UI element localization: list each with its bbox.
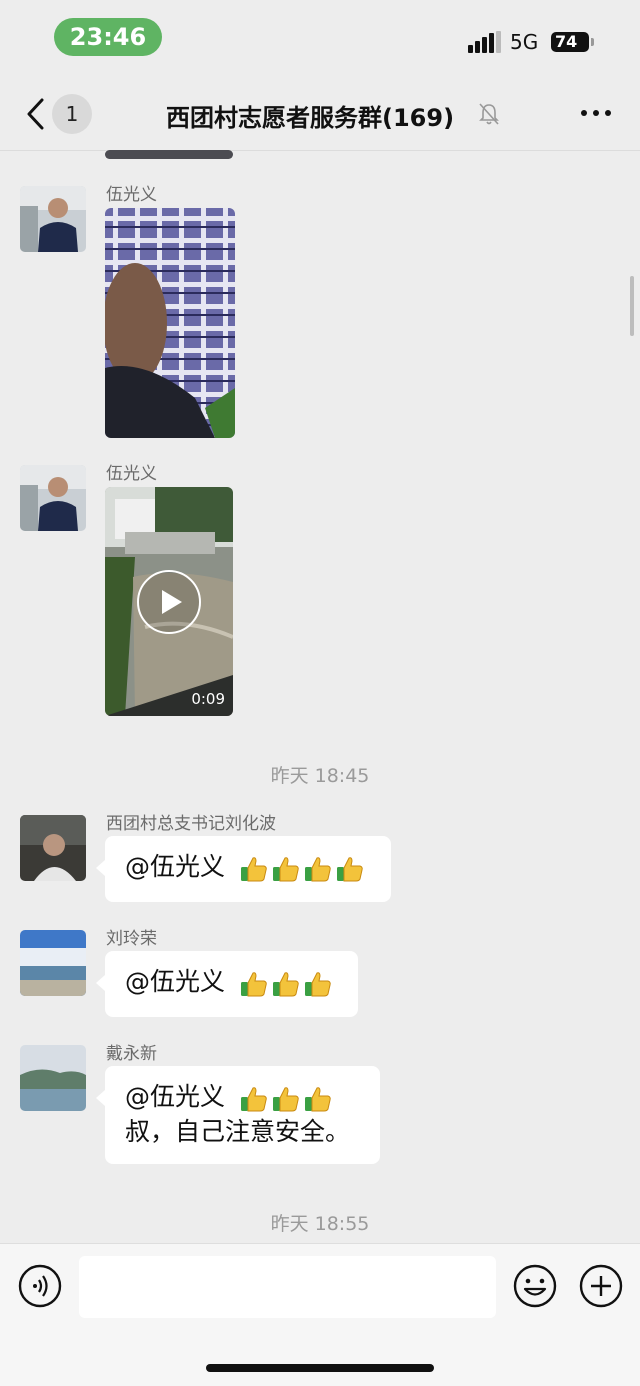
avatar-image (20, 186, 86, 252)
video-duration: 0:09 (191, 690, 225, 708)
battery-indicator: 74 (551, 32, 589, 52)
plus-icon[interactable] (579, 1264, 623, 1308)
mute-bell-icon (479, 103, 499, 125)
thumbs-up-icon (272, 1087, 299, 1112)
signal-icon (468, 31, 501, 53)
battery-tip (591, 38, 594, 46)
mention-text: @伍光义 (125, 852, 226, 881)
more-icon[interactable] (580, 108, 612, 118)
mention-text: @伍光义 (125, 1082, 226, 1111)
avatar[interactable] (20, 1045, 86, 1111)
back-icon[interactable] (22, 96, 52, 132)
mention-text: @伍光义 (125, 967, 226, 996)
avatar[interactable] (20, 815, 86, 881)
avatar-image (20, 465, 86, 531)
thumbs-up-icon (272, 857, 299, 882)
sender-name: 伍光义 (106, 464, 157, 484)
message-line: @伍光义 (125, 1080, 360, 1115)
scrollbar[interactable] (630, 276, 634, 336)
thumbs-up-icon (304, 972, 331, 997)
chat-title: 西团村志愿者服务群(169) (166, 104, 455, 132)
thumbs-up-icon (240, 1087, 267, 1112)
sender-name: 伍光义 (106, 185, 157, 205)
avatar[interactable] (20, 186, 86, 252)
thumbs-up-row (239, 966, 335, 1000)
avatar[interactable] (20, 930, 86, 996)
message-line: @伍光义 (125, 850, 371, 885)
nav-bar: 1 西团村志愿者服务群(169) (0, 80, 640, 151)
sender-name: 西团村总支书记刘化波 (106, 814, 276, 834)
network-label: 5G (510, 30, 539, 54)
thumbs-up-icon (272, 972, 299, 997)
avatar[interactable] (20, 465, 86, 531)
message-line: @伍光义 (125, 965, 338, 1000)
time-separator: 昨天 18:55 (270, 1213, 370, 1235)
play-icon[interactable] (136, 569, 202, 635)
status-bar: 23:46 5G 74 (0, 0, 640, 80)
thumbs-up-icon (304, 1087, 331, 1112)
thumbs-up-icon (240, 972, 267, 997)
thumbs-up-icon (304, 857, 331, 882)
unread-badge[interactable]: 1 (52, 94, 92, 134)
thumbs-up-row (239, 851, 367, 885)
avatar-image (20, 930, 86, 996)
message-bubble[interactable]: @伍光义 叔，自己注意安全。 (96, 1066, 380, 1164)
avatar-image (20, 1045, 86, 1111)
thumbs-up-row (239, 1081, 335, 1115)
time-separator: 昨天 18:45 (270, 765, 370, 787)
message-bubble[interactable]: @伍光义 (96, 951, 358, 1017)
status-time: 23:46 (54, 18, 162, 56)
voice-icon[interactable] (18, 1264, 62, 1308)
message-input[interactable] (79, 1256, 496, 1318)
input-bar (0, 1243, 640, 1386)
message-bubble[interactable]: @伍光义 (96, 836, 391, 902)
home-indicator (206, 1364, 434, 1372)
sender-name: 刘玲荣 (106, 929, 157, 949)
emoji-icon[interactable] (513, 1264, 557, 1308)
video-message[interactable]: 0:09 (105, 487, 233, 716)
message-text: 叔，自己注意安全。 (125, 1117, 351, 1146)
thumbs-up-icon (336, 857, 363, 882)
image-message[interactable] (105, 208, 235, 438)
sender-name: 戴永新 (106, 1044, 157, 1064)
thumbs-up-icon (240, 857, 267, 882)
avatar-image (20, 815, 86, 881)
partial-media[interactable] (105, 150, 233, 159)
